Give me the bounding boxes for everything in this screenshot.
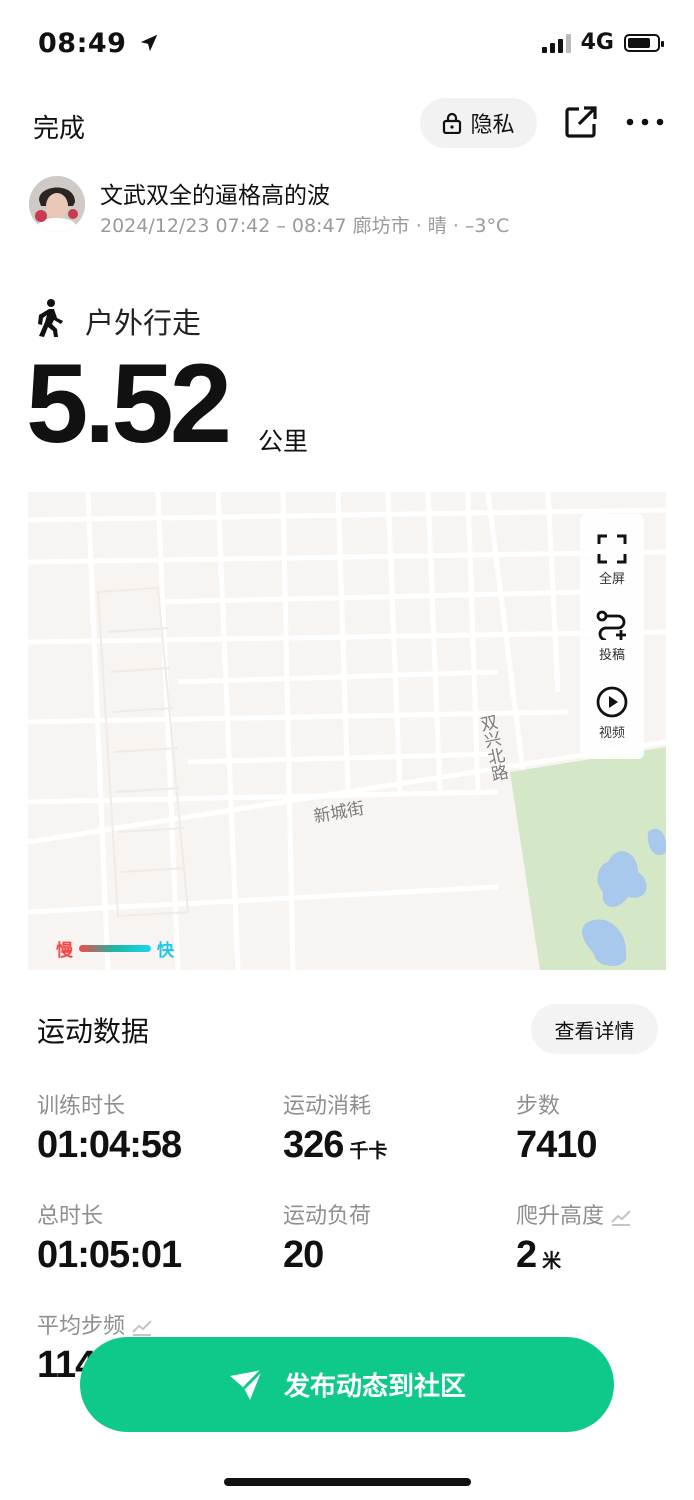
activity-meta: 2024/12/23 07:42 – 08:47 廊坊市 · 晴 · –3°C — [100, 215, 510, 237]
stat-label: 平均步频 — [37, 1314, 126, 1339]
legend-slow: 慢 — [56, 941, 73, 961]
location-arrow-icon — [141, 34, 158, 52]
avatar[interactable] — [29, 176, 85, 232]
stat-unit: 米 — [542, 1250, 562, 1272]
legend-fast: 快 — [157, 941, 174, 961]
signal-icon — [541, 33, 571, 53]
stat-label: 爬升高度 — [516, 1204, 605, 1229]
play-icon — [596, 686, 628, 718]
stat-label: 总时长 — [37, 1204, 104, 1229]
stat-training-load: 运动负荷 20 — [283, 1198, 371, 1277]
stat-value: 7410 — [516, 1124, 598, 1166]
stat-label: 运动负荷 — [283, 1204, 372, 1229]
route-map[interactable]: 新城街 双兴北路 全屏 投稿 视频 慢 快 — [28, 492, 666, 970]
privacy-label: 隐私 — [470, 113, 515, 138]
stat-value: 20 — [283, 1234, 324, 1276]
publish-to-community-button[interactable]: 发布动态到社区 — [80, 1337, 614, 1432]
stat-unit: 千卡 — [349, 1140, 388, 1162]
view-details-button[interactable]: 查看详情 — [531, 1004, 658, 1054]
privacy-button[interactable]: 隐私 — [420, 98, 537, 148]
submit-route-control[interactable]: 投稿 — [580, 610, 644, 663]
video-control[interactable]: 视频 — [580, 686, 644, 741]
lock-icon — [443, 112, 462, 134]
stat-value: 2 — [516, 1234, 537, 1276]
more-icon[interactable] — [625, 110, 665, 134]
publish-label: 发布动态到社区 — [283, 1372, 466, 1402]
stat-total-time: 总时长 01:05:01 — [37, 1198, 182, 1277]
map-background — [28, 492, 666, 970]
distance-value: 5.52 — [26, 341, 232, 466]
video-label: 视频 — [598, 726, 625, 741]
stat-label: 步数 — [516, 1094, 561, 1119]
map-controls: 全屏 投稿 视频 — [580, 514, 644, 759]
stat-label: 运动消耗 — [283, 1094, 372, 1119]
send-icon — [229, 1368, 264, 1400]
done-button[interactable]: 完成 — [33, 108, 85, 145]
route-icon — [596, 610, 626, 640]
share-icon[interactable] — [563, 104, 599, 140]
submit-route-label: 投稿 — [598, 648, 625, 663]
status-indicators: 4G — [541, 30, 664, 55]
trend-chart-icon — [611, 1210, 631, 1226]
fullscreen-control[interactable]: 全屏 — [580, 534, 644, 587]
trend-chart-icon — [132, 1320, 152, 1336]
fullscreen-icon — [597, 534, 627, 564]
stat-value: 01:04:58 — [37, 1124, 182, 1166]
stat-label: 训练时长 — [37, 1094, 126, 1119]
user-name: 文武双全的逼格高的波 — [100, 183, 330, 209]
stats-title: 运动数据 — [37, 1015, 150, 1048]
speed-gradient-bar — [79, 945, 151, 952]
stat-value: 326 — [283, 1124, 344, 1166]
stat-elevation-gain[interactable]: 爬升高度 2米 — [516, 1198, 632, 1277]
home-indicator[interactable] — [224, 1478, 471, 1486]
stat-value: 01:05:01 — [37, 1234, 182, 1276]
stat-steps: 步数 7410 — [516, 1088, 598, 1167]
battery-icon — [624, 33, 664, 52]
network-label: 4G — [580, 30, 614, 55]
status-time-text: 08:49 — [38, 28, 127, 59]
walking-icon — [38, 299, 63, 337]
activity-type: 户外行走 — [85, 306, 202, 340]
fullscreen-label: 全屏 — [598, 572, 625, 587]
stat-calories: 运动消耗 326 千卡 — [283, 1088, 387, 1167]
speed-legend: 慢 快 — [56, 936, 174, 961]
distance-unit: 公里 — [258, 427, 309, 456]
stat-training-time: 训练时长 01:04:58 — [37, 1088, 182, 1167]
status-time: 08:49 — [38, 28, 160, 59]
